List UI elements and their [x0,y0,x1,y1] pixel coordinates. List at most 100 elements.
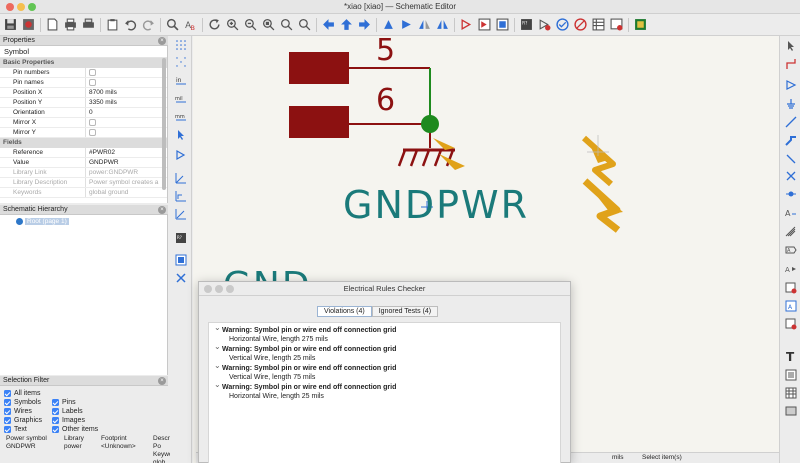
violation-detail[interactable]: Horizontal Wire, length 275 mils [214,335,560,345]
add-table-icon[interactable] [784,386,798,400]
property-value[interactable]: 3350 mils [86,98,167,107]
navigate-back-icon[interactable] [321,17,336,32]
zoom-selection-icon[interactable] [297,17,312,32]
property-value[interactable] [86,118,167,127]
property-checkbox[interactable] [89,68,96,76]
close-icon[interactable]: × [158,37,166,45]
assign-footprints-icon[interactable] [573,17,588,32]
add-sheet-pin-icon[interactable] [784,317,798,331]
schematic-setup-icon[interactable] [21,17,36,32]
wire-90-icon[interactable] [174,189,188,203]
add-power-icon[interactable] [784,97,798,111]
wire-angle-icon[interactable] [174,171,188,185]
property-row[interactable]: Mirror X [0,118,167,128]
violation-detail[interactable]: Horizontal Wire, length 25 mils [214,392,560,402]
find-replace-icon[interactable]: AB [183,17,198,32]
checkbox-checked-icon[interactable] [4,399,11,406]
add-rectangle-icon[interactable] [784,404,798,418]
property-row[interactable]: Pin names [0,78,167,88]
refresh-icon[interactable] [207,17,222,32]
checkbox-checked-icon[interactable] [52,417,59,424]
selection-filter-checkbox[interactable]: Pins [52,398,98,407]
property-row[interactable]: Reference #PWR02 [0,148,167,158]
property-row[interactable]: Value GNDPWR [0,158,167,168]
property-row[interactable]: Orientation 0 [0,108,167,118]
pin-5-body[interactable] [289,52,349,84]
page-settings-icon[interactable] [45,17,60,32]
add-net-class-icon[interactable] [784,225,798,239]
import-sheet-pin-icon[interactable]: A [784,299,798,313]
property-value[interactable] [86,128,167,137]
property-value[interactable]: GNDPWR [86,158,167,167]
properties-group-fields[interactable]: Fields [0,138,167,148]
hierarchy-root-item[interactable]: Root (page 1) [16,218,69,225]
grid-overrides-icon[interactable] [174,55,188,69]
dialog-zoom-button[interactable] [226,285,234,293]
add-text-icon[interactable]: T [784,349,798,363]
violation-warning[interactable]: Warning: Symbol pin or wire end off conn… [214,361,560,373]
annotate-icon[interactable]: R? [519,17,534,32]
zoom-out-icon[interactable] [243,17,258,32]
property-row[interactable]: Library Description Power symbol creates … [0,178,167,188]
gnd-power-label[interactable]: GNDPWR [343,184,529,226]
property-row[interactable]: Mirror Y [0,128,167,138]
find-icon[interactable] [165,17,180,32]
footprint-browser-icon[interactable] [495,17,510,32]
zoom-fit-icon[interactable] [261,17,276,32]
add-symbol-icon[interactable] [784,78,798,92]
rotate-cw-icon[interactable] [399,17,414,32]
violation-warning[interactable]: Warning: Symbol pin or wire end off conn… [214,323,560,335]
close-icon[interactable]: × [158,377,166,385]
add-wire-icon[interactable] [784,115,798,129]
update-pcb-icon[interactable] [609,17,624,32]
add-global-label-icon[interactable]: A [784,243,798,257]
add-bus-icon[interactable] [784,133,798,147]
highlight-net-icon[interactable] [784,57,798,71]
hidden-pins-icon[interactable] [174,148,188,162]
fields-editor-icon[interactable] [555,17,570,32]
print-icon[interactable] [63,17,78,32]
property-row[interactable]: Library Link power:GNDPWR [0,168,167,178]
millimeters-icon[interactable]: mm [174,109,188,123]
tab-ignored-tests[interactable]: Ignored Tests (4) [371,306,439,317]
cursor-icon[interactable] [174,128,188,142]
erc-marker[interactable] [433,138,465,170]
mirror-h-icon[interactable] [435,17,450,32]
property-value[interactable] [86,68,167,77]
property-checkbox[interactable] [89,78,96,86]
redo-icon[interactable] [141,17,156,32]
pin-6-body[interactable] [289,106,349,138]
property-value[interactable] [86,78,167,87]
selection-filter-checkbox[interactable]: Wires [4,407,42,416]
add-sheet-icon[interactable] [784,281,798,295]
violation-warning[interactable]: Warning: Symbol pin or wire end off conn… [214,380,560,392]
plot-icon[interactable] [81,17,96,32]
property-value[interactable]: global ground [86,188,167,197]
close-icon[interactable]: × [158,206,166,214]
zoom-in-icon[interactable] [225,17,240,32]
add-textbox-icon[interactable] [784,368,798,382]
junction-dot[interactable] [421,115,439,133]
mils-icon[interactable]: mil [174,91,188,105]
bom-icon[interactable] [591,17,606,32]
add-hier-label-icon[interactable]: A [784,262,798,276]
properties-group-basic[interactable]: Basic Properties [0,58,167,68]
selection-filter-checkbox[interactable]: Symbols [4,398,42,407]
sheet-icon[interactable] [174,253,188,267]
selection-filter-checkbox[interactable]: Labels [52,407,98,416]
checkbox-checked-icon[interactable] [4,390,11,397]
property-row[interactable]: Keywords global ground [0,188,167,198]
property-checkbox[interactable] [89,118,96,126]
add-junction-icon[interactable] [784,187,798,201]
violation-detail[interactable]: Vertical Wire, length 25 mils [214,354,560,364]
violation-detail[interactable]: Vertical Wire, length 75 mils [214,373,560,383]
erc-icon[interactable] [537,17,552,32]
inches-icon[interactable]: in [174,73,188,87]
open-pcb-editor-icon[interactable] [633,17,648,32]
property-value[interactable]: 0 [86,108,167,117]
tools-icon[interactable] [174,271,188,285]
save-icon[interactable] [3,17,18,32]
no-connect-icon[interactable] [784,169,798,183]
violation-item[interactable]: Warning: Symbol pin or wire end off conn… [214,342,560,364]
property-value[interactable]: 8700 mils [86,88,167,97]
